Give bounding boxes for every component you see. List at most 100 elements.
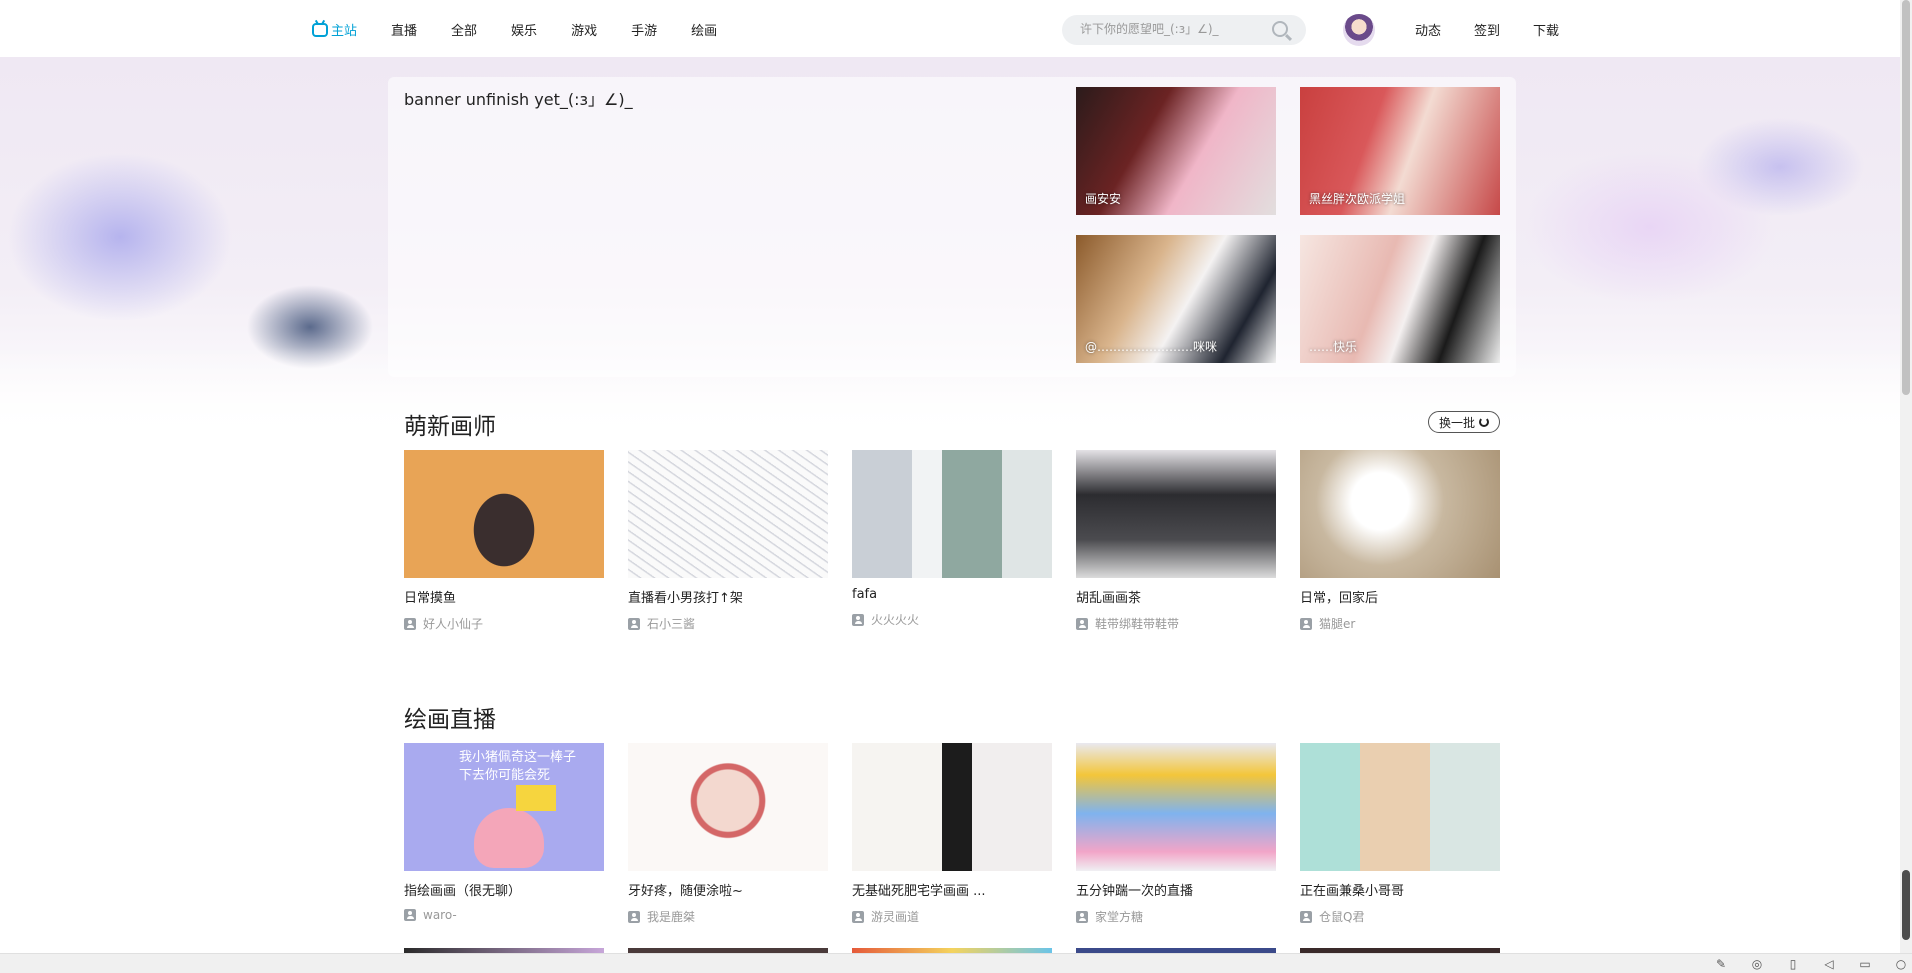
author-name: 火火火火 (871, 613, 920, 627)
stream-card[interactable]: 我小猪佩奇这一棒子 下去你可能会死 指绘画画（很无聊） waro- (404, 743, 604, 922)
nav-item-all[interactable]: 全部 (451, 20, 477, 39)
stream-card[interactable]: fafa 火火火火 (852, 450, 1052, 628)
stream-author: waro- (404, 908, 604, 922)
featured-caption: @……………………咪咪 (1085, 340, 1218, 354)
pig-figure (474, 808, 544, 868)
stream-title: 指绘画画（很无聊） (404, 884, 522, 899)
top-nav-bar: 主站 直播 全部 娱乐 游戏 手游 绘画 动态 签到 下载 (0, 0, 1900, 57)
search-tray-icon[interactable]: ○ (1894, 957, 1908, 971)
author-name: 好人小仙子 (423, 617, 484, 631)
stream-card[interactable]: 日常，回家后 猫腿er (1300, 450, 1500, 632)
nav-item-mobile-games[interactable]: 手游 (631, 20, 657, 39)
stream-thumbnail (1300, 450, 1500, 578)
stream-card[interactable]: 直播看小男孩打↑架 石小三酱 (628, 450, 828, 632)
refresh-icon (1479, 417, 1489, 427)
nav-item-drawing[interactable]: 绘画 (691, 20, 717, 39)
stream-card[interactable]: 五分钟踹一次的直播 家堂方糖 (1076, 743, 1276, 925)
scrollbar-thumb[interactable] (1902, 0, 1910, 395)
stream-thumbnail (852, 450, 1052, 578)
nav-item-games[interactable]: 游戏 (571, 20, 597, 39)
stream-title: fafa (852, 587, 878, 602)
stream-thumbnail (628, 743, 828, 871)
user-icon (404, 617, 416, 630)
user-icon (1300, 617, 1312, 630)
pin-icon[interactable]: ✎ (1714, 957, 1728, 971)
stream-author: 我是鹿桀 (628, 908, 828, 925)
section-title-new-artists: 萌新画师 (404, 414, 496, 440)
featured-card[interactable]: @……………………咪咪 (1076, 235, 1276, 363)
stream-card[interactable]: 正在画兼桑小哥哥 仓鼠Q君 (1300, 743, 1500, 925)
author-name: 游灵画道 (871, 910, 920, 924)
thumbnail-overlay-text: 我小猪佩奇这一棒子 下去你可能会死 (459, 750, 577, 783)
checkin-link[interactable]: 签到 (1474, 20, 1500, 39)
user-links: 动态 签到 下载 (1415, 20, 1592, 39)
nav-item-entertainment[interactable]: 娱乐 (511, 20, 537, 39)
stream-card[interactable]: 无基础死肥宅学画画 ... 游灵画道 (852, 743, 1052, 925)
stream-author: 家堂方糖 (1076, 908, 1276, 925)
stream-author: 火火火火 (852, 611, 1052, 628)
search-input[interactable] (1080, 22, 1260, 36)
featured-card[interactable]: 画安安 (1076, 87, 1276, 215)
banner-text: banner unfinish yet_(:з」∠)_ (404, 90, 633, 109)
search-icon[interactable] (1272, 21, 1288, 37)
author-name: waro- (423, 908, 457, 922)
user-icon (1076, 910, 1088, 923)
nav-home[interactable]: 主站 (312, 20, 357, 39)
user-icon (628, 617, 640, 630)
stream-title: 胡乱画画茶 (1076, 591, 1142, 606)
stream-thumbnail (1300, 743, 1500, 871)
tv-icon (312, 22, 328, 37)
stream-title: 直播看小男孩打↑架 (628, 591, 743, 606)
stream-title: 日常摸鱼 (404, 591, 457, 606)
featured-card[interactable]: ……快乐 (1300, 235, 1500, 363)
user-icon (852, 613, 864, 626)
author-name: 鞋带绑鞋带鞋带 (1095, 617, 1180, 631)
stream-card[interactable]: 牙好疼，随便涂啦~ 我是鹿桀 (628, 743, 828, 925)
nav-item-live[interactable]: 直播 (391, 20, 417, 39)
trash-icon[interactable]: ▯ (1786, 957, 1800, 971)
avatar[interactable] (1343, 14, 1375, 46)
featured-caption: 黑丝胖次欧派学姐 (1309, 192, 1406, 206)
stream-thumbnail (628, 450, 828, 578)
taskbar: ✎ ◎ ▯ ◁ ▭ ○ (0, 953, 1912, 973)
system-tray: ✎ ◎ ▯ ◁ ▭ ○ (1692, 957, 1908, 971)
stream-card[interactable]: 胡乱画画茶 鞋带绑鞋带鞋带 (1076, 450, 1276, 632)
stream-card[interactable]: 日常摸鱼 好人小仙子 (404, 450, 604, 632)
main-nav: 主站 直播 全部 娱乐 游戏 手游 绘画 (312, 20, 751, 39)
nav-home-label: 主站 (331, 24, 358, 39)
user-icon (1076, 617, 1088, 630)
download-link[interactable]: 下载 (1533, 20, 1559, 39)
browser-icon[interactable]: ◎ (1750, 957, 1764, 971)
window-icon[interactable]: ▭ (1858, 957, 1872, 971)
stream-thumbnail (1076, 743, 1276, 871)
search-box (1062, 15, 1306, 45)
stream-title: 日常，回家后 (1300, 591, 1379, 606)
stream-author: 鞋带绑鞋带鞋带 (1076, 615, 1276, 632)
stream-title: 无基础死肥宅学画画 ... (852, 884, 986, 899)
refresh-button[interactable]: 换一批 (1428, 411, 1500, 433)
stream-thumbnail (852, 743, 1052, 871)
refresh-label: 换一批 (1438, 415, 1475, 430)
scrollbar[interactable] (1900, 0, 1912, 953)
stream-thumbnail (1076, 450, 1276, 578)
volume-icon[interactable]: ◁ (1822, 957, 1836, 971)
featured-card[interactable]: 黑丝胖次欧派学姐 (1300, 87, 1500, 215)
featured-caption: 画安安 (1085, 192, 1122, 206)
section-title-drawing-live: 绘画直播 (404, 707, 496, 733)
author-name: 石小三酱 (647, 617, 696, 631)
stream-author: 仓鼠Q君 (1300, 908, 1500, 925)
user-icon (628, 910, 640, 923)
feed-link[interactable]: 动态 (1415, 20, 1441, 39)
scrollbar-marker (1902, 870, 1910, 940)
author-name: 仓鼠Q君 (1319, 910, 1365, 924)
user-icon (404, 909, 416, 921)
user-icon (852, 910, 864, 923)
stream-author: 猫腿er (1300, 615, 1500, 632)
stream-title: 正在画兼桑小哥哥 (1300, 884, 1405, 899)
stream-author: 好人小仙子 (404, 615, 604, 632)
author-name: 我是鹿桀 (647, 910, 696, 924)
author-name: 家堂方糖 (1095, 910, 1144, 924)
user-icon (1300, 910, 1312, 923)
stream-author: 石小三酱 (628, 615, 828, 632)
stream-author: 游灵画道 (852, 908, 1052, 925)
